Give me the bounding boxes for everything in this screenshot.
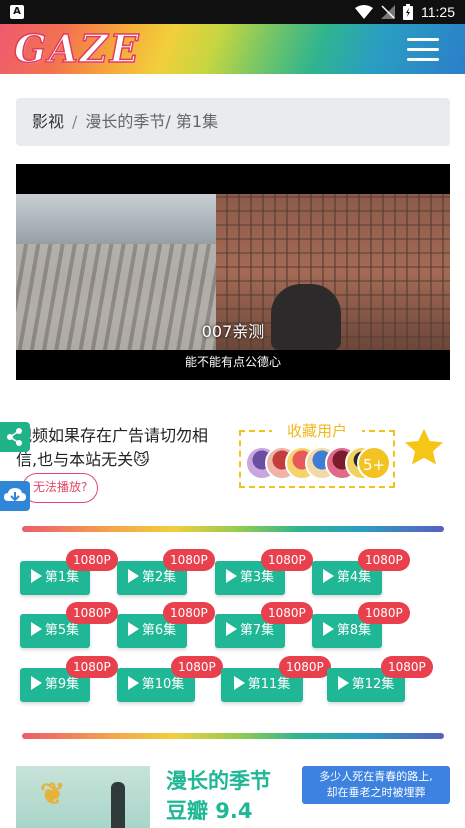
quality-badge: 1080P (171, 656, 223, 678)
poster-image[interactable]: ❦ (16, 766, 150, 828)
episode-label: 第7集 (239, 623, 275, 638)
douban-score: 豆瓣 9.4 (166, 799, 253, 823)
episode-label: 第12集 (351, 677, 395, 692)
app-root: A 11:25 GAZE 影视 / 漫长的季节/ 第1集 007亲测 能不能有点… (0, 0, 465, 828)
video-subtitle: 能不能有点公德心 (184, 355, 281, 369)
play-icon (322, 622, 334, 636)
rainbow-divider-top (22, 526, 444, 532)
play-icon (30, 569, 42, 583)
video-player[interactable]: 007亲测 能不能有点公德心 (16, 164, 450, 380)
episode-label: 第6集 (141, 623, 177, 638)
video-watermark: 007亲测 (201, 322, 265, 341)
play-icon (127, 676, 139, 690)
quality-badge: 1080P (279, 656, 331, 678)
quality-badge: 1080P (358, 549, 410, 571)
show-title[interactable]: 漫长的季节 (166, 766, 271, 796)
cant-play-button[interactable]: 无法播放? (22, 473, 99, 503)
quality-badge: 1080P (261, 602, 313, 624)
rainbow-divider-bottom (22, 733, 444, 739)
episode-label: 第4集 (336, 570, 372, 585)
episode-label: 第10集 (141, 677, 185, 692)
episode-label: 第2集 (141, 570, 177, 585)
wifi-icon (355, 5, 373, 19)
play-icon (337, 676, 349, 690)
tagline-box: 多少人死在青春的路上, 却在垂老之时被埋葬 (302, 766, 450, 804)
quality-badge: 1080P (66, 656, 118, 678)
episode-label: 第5集 (44, 623, 80, 638)
breadcrumb: 影视 / 漫长的季节/ 第1集 (16, 98, 450, 146)
breadcrumb-separator: / (72, 112, 78, 131)
quality-badge: 1080P (358, 602, 410, 624)
play-icon (322, 569, 334, 583)
play-icon (225, 569, 237, 583)
status-icons: 11:25 (355, 3, 455, 21)
battery-charging-icon (403, 4, 413, 20)
quality-badge: 1080P (261, 549, 313, 571)
favorites-count: 5+ (357, 446, 391, 480)
cloud-download-icon (4, 488, 26, 502)
clock: 11:25 (421, 4, 455, 20)
episode-label: 第1集 (44, 570, 80, 585)
app-header: GAZE (0, 24, 465, 74)
no-signal-icon (381, 5, 395, 19)
breadcrumb-root-link[interactable]: 影视 (32, 112, 64, 132)
favorite-star-button[interactable] (402, 426, 446, 470)
tagline-line-1: 多少人死在青春的路上, (319, 770, 433, 783)
share-button[interactable] (0, 422, 30, 452)
quality-badge: 1080P (381, 656, 433, 678)
hamburger-menu-icon[interactable] (407, 38, 439, 62)
play-icon (30, 676, 42, 690)
favorites-title: 收藏用户 (272, 420, 362, 442)
share-icon (7, 428, 22, 446)
site-logo[interactable]: GAZE (13, 27, 141, 71)
status-bar: A 11:25 (0, 0, 465, 24)
download-button[interactable] (0, 481, 30, 511)
poster-art: ❦ (40, 777, 66, 812)
play-icon (30, 622, 42, 636)
play-icon (233, 676, 245, 690)
episode-label: 第11集 (247, 677, 291, 692)
notification-a-icon: A (10, 5, 24, 19)
ad-notice-text: 视频如果存在广告请切勿相信,也与本站无关😼 (16, 426, 209, 469)
breadcrumb-current: 漫长的季节/ 第1集 (85, 112, 219, 131)
quality-badge: 1080P (66, 602, 118, 624)
quality-badge: 1080P (66, 549, 118, 571)
favorite-users-avatars: 5+ (245, 446, 395, 482)
tagline-line-2: 却在垂老之时被埋葬 (326, 786, 426, 799)
episode-label: 第8集 (336, 623, 372, 638)
quality-badge: 1080P (163, 549, 215, 571)
poster-figure (111, 782, 125, 828)
play-icon (127, 569, 139, 583)
star-icon (404, 428, 444, 465)
episode-label: 第3集 (239, 570, 275, 585)
play-icon (225, 622, 237, 636)
episode-label: 第9集 (44, 677, 80, 692)
play-icon (127, 622, 139, 636)
quality-badge: 1080P (163, 602, 215, 624)
